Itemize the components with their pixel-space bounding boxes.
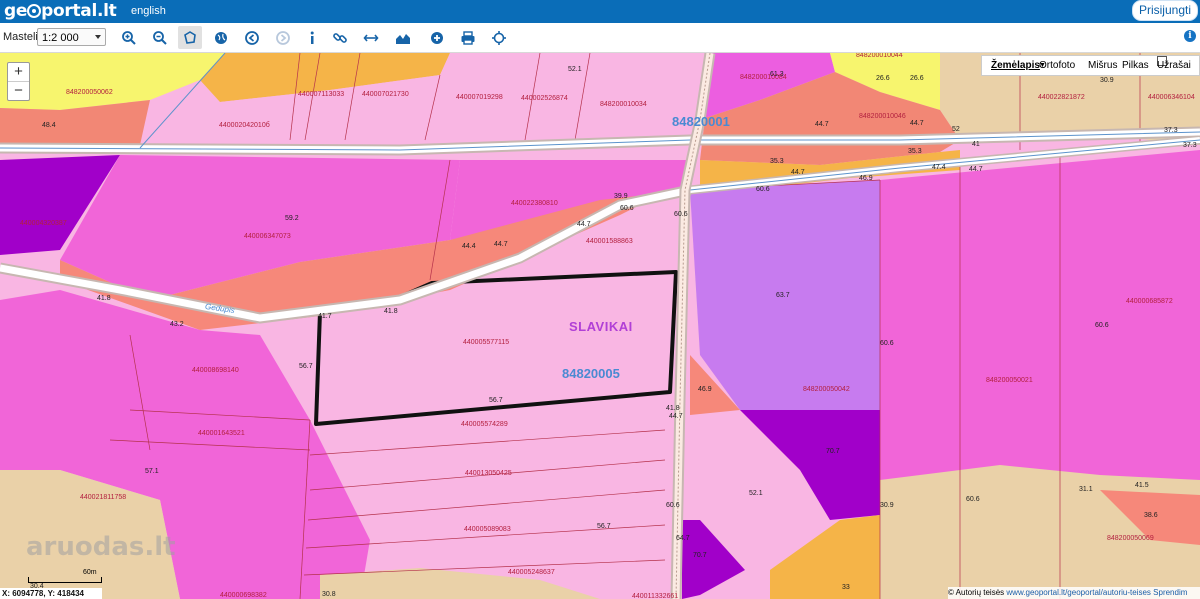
globe-icon <box>215 31 227 44</box>
map-toolbar: Mastelis: 1:2 000 <box>0 23 1200 53</box>
forward-icon <box>276 30 290 45</box>
print-icon <box>461 30 475 45</box>
link-icon <box>333 32 347 43</box>
scale-bar <box>28 577 102 583</box>
add-tool[interactable] <box>425 26 449 49</box>
geoportal-logo[interactable]: ge portal.lt <box>4 0 117 23</box>
aruodas-watermark: aruodas.lt <box>26 532 176 562</box>
add-icon <box>431 31 443 44</box>
info-icon <box>310 31 314 44</box>
profile-icon <box>396 33 410 44</box>
sprendimai-link[interactable]: Sprendim <box>1153 588 1187 597</box>
globe-logo-icon <box>27 4 42 18</box>
copyright-bar: © Autorių teisės www.geoportal.lt/geopor… <box>948 587 1200 599</box>
forward-tool[interactable] <box>271 26 295 49</box>
zoom-in-button[interactable]: + <box>8 63 29 81</box>
info-tool[interactable] <box>300 26 324 49</box>
english-link[interactable]: english <box>131 0 166 23</box>
cursor-coordinates: X: 6094778, Y: 418434 <box>0 588 102 599</box>
login-button[interactable]: Prisijungti <box>1131 0 1198 21</box>
app-header: ge portal.lt english Prisijungti <box>0 0 1200 23</box>
profile-tool[interactable] <box>391 26 415 49</box>
back-tool[interactable] <box>240 26 264 49</box>
locate-icon <box>492 30 506 45</box>
zoom-in-icon <box>122 30 136 45</box>
link-tool[interactable] <box>328 26 352 49</box>
help-info-icon[interactable]: i <box>1184 30 1196 42</box>
globe-tool[interactable] <box>209 26 233 49</box>
zoom-out-icon <box>153 30 167 45</box>
zoom-in-tool[interactable] <box>117 26 141 49</box>
scale-bar-label: 60m <box>83 569 97 576</box>
layer-pilkas[interactable]: Pilkas <box>1122 56 1149 75</box>
copyright-prefix: © Autorių teisės <box>948 588 1005 597</box>
layer-zemelapis[interactable]: Žemėlapis <box>991 56 1040 75</box>
print-tool[interactable] <box>456 26 480 49</box>
copyright-link[interactable]: www.geoportal.lt/geoportal/autoriu-teise… <box>1006 588 1151 597</box>
map-layer <box>0 53 1200 599</box>
layer-misrus[interactable]: Mišrus <box>1088 56 1117 75</box>
zoom-out-tool[interactable] <box>148 26 172 49</box>
map-canvas[interactable]: SLAVIKAI 84820005 84820001 Gedupis 84820… <box>0 53 1200 599</box>
scale-select[interactable]: 1:2 000 <box>37 28 106 46</box>
measure-tool[interactable] <box>359 26 383 49</box>
scale-value: 1:2 000 <box>42 32 79 44</box>
chevron-down-icon <box>95 35 101 39</box>
locate-tool[interactable] <box>487 26 511 49</box>
zoom-out-button[interactable]: − <box>8 81 29 100</box>
chevron-down-icon: ▼ <box>1039 62 1046 69</box>
zoom-control: + − <box>7 62 30 101</box>
lasso-icon <box>184 30 196 44</box>
lasso-tool[interactable] <box>178 26 202 49</box>
layer-switcher: Žemėlapis Ortofoto ▼ Mišrus Pilkas Užraš… <box>981 55 1200 76</box>
measure-icon <box>363 33 379 42</box>
back-icon <box>245 30 259 45</box>
